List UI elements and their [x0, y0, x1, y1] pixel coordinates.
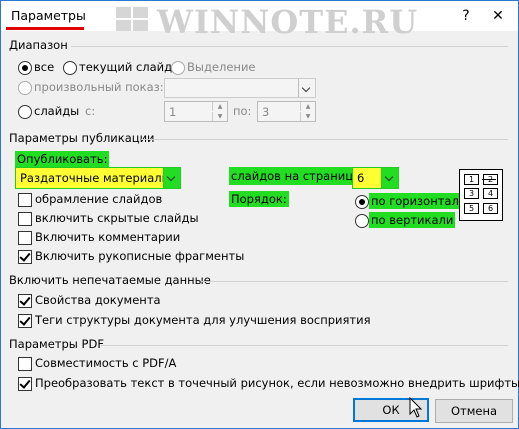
chevron-down-icon [298, 79, 315, 97]
order-vertical-radio[interactable] [355, 214, 369, 228]
pdfa-label: Совместимость с PDF/A [35, 356, 177, 370]
to-value: 3 [262, 105, 270, 119]
bitmap-text-checkbox[interactable] [18, 377, 32, 391]
options-dialog: Параметры WINNOTE.RU ? ✕ Диапазон все те… [0, 0, 519, 429]
struct-tags-checkbox[interactable] [18, 314, 32, 328]
cancel-button[interactable]: Отмена [435, 399, 513, 423]
layout-number: 1 [464, 174, 479, 185]
struct-tags-label: Теги структуры документа для улучшения в… [35, 313, 371, 327]
watermark-text: WINNOTE.RU [157, 3, 419, 41]
title-underline [6, 27, 84, 30]
range-all-label: все [34, 60, 55, 74]
pdf-separator [101, 345, 508, 346]
range-slides-radio[interactable] [18, 105, 32, 119]
publish-what-value: Раздаточные материалы [20, 171, 171, 185]
range-current-label: текущий слайд [79, 60, 173, 74]
from-spinner[interactable]: 1 ▲ ▼ [164, 101, 228, 122]
doc-props-label: Свойства документа [35, 293, 161, 307]
spin-up-icon[interactable]: ▲ [300, 102, 315, 111]
publish-group-label: Параметры публикации [9, 131, 155, 145]
layout-number: 4 [483, 188, 498, 199]
spin-down-icon[interactable]: ▼ [300, 112, 315, 121]
include-comments-checkbox[interactable] [18, 231, 32, 245]
to-label: по: [233, 104, 252, 118]
range-selection-label: Выделение [187, 60, 256, 74]
chevron-down-icon [163, 168, 180, 188]
layout-number: 5 [464, 203, 479, 214]
to-spinner[interactable]: 3 ▲ ▼ [257, 101, 316, 122]
watermark-logo-icon [116, 7, 150, 33]
publish-what-combo[interactable]: Раздаточные материалы [15, 167, 181, 189]
pdfa-checkbox[interactable] [18, 357, 32, 371]
range-custom-radio[interactable] [18, 81, 32, 95]
custom-show-combo[interactable] [164, 78, 316, 98]
mouse-cursor-icon [409, 397, 423, 418]
slides-per-page-label: слайдов на странице: [229, 167, 366, 185]
pdf-group-label: Параметры PDF [9, 337, 104, 351]
range-group-label: Диапазон [9, 38, 68, 52]
slides-per-page-value: 6 [357, 171, 365, 185]
nonprint-group-label: Включить непечатаемые данные [9, 273, 211, 287]
layout-number: 3 [464, 188, 479, 199]
frame-slides-checkbox[interactable] [18, 193, 32, 207]
dialog-title: Параметры [11, 8, 86, 23]
include-hidden-label: включить скрытые слайды [35, 211, 199, 225]
nonprint-separator [201, 281, 508, 282]
spin-up-icon[interactable]: ▲ [212, 102, 227, 111]
publish-what-label: Опубликовать: [15, 151, 110, 167]
include-comments-label: Включить комментарии [35, 230, 181, 244]
include-ink-checkbox[interactable] [18, 250, 32, 264]
order-label: Порядок: [229, 191, 289, 207]
slides-per-page-combo[interactable]: 6 [352, 167, 399, 189]
include-ink-label: Включить рукописные фрагменты [35, 249, 245, 263]
help-button[interactable]: ? [455, 5, 477, 27]
include-hidden-checkbox[interactable] [18, 212, 32, 226]
order-vertical-label: по вертикали [369, 212, 456, 228]
handout-layout-preview: 1 2 3 4 5 6 [459, 169, 503, 221]
title-bar: Параметры WINNOTE.RU ? ✕ [1, 1, 518, 41]
range-custom-label: произвольный показ: [34, 80, 164, 94]
order-horizontal-label: по горизонтали [369, 193, 469, 209]
bitmap-text-label: Преобразовать текст в точечный рисунок, … [35, 376, 519, 390]
order-horizontal-radio[interactable] [355, 195, 369, 209]
publish-separator [141, 139, 508, 140]
range-separator [71, 46, 508, 47]
range-slides-label: слайды [34, 104, 80, 118]
spin-down-icon[interactable]: ▼ [212, 112, 227, 121]
layout-number: 6 [483, 203, 498, 214]
chevron-down-icon [381, 168, 398, 188]
close-button[interactable]: ✕ [487, 5, 509, 27]
layout-number: 2 [483, 174, 498, 185]
range-selection-radio[interactable] [171, 61, 185, 75]
from-label: с: [85, 104, 96, 118]
from-value: 1 [169, 105, 177, 119]
range-current-radio[interactable] [63, 61, 77, 75]
doc-props-checkbox[interactable] [18, 294, 32, 308]
range-all-radio[interactable] [18, 61, 32, 75]
frame-slides-label: обрамление слайдов [35, 192, 163, 206]
